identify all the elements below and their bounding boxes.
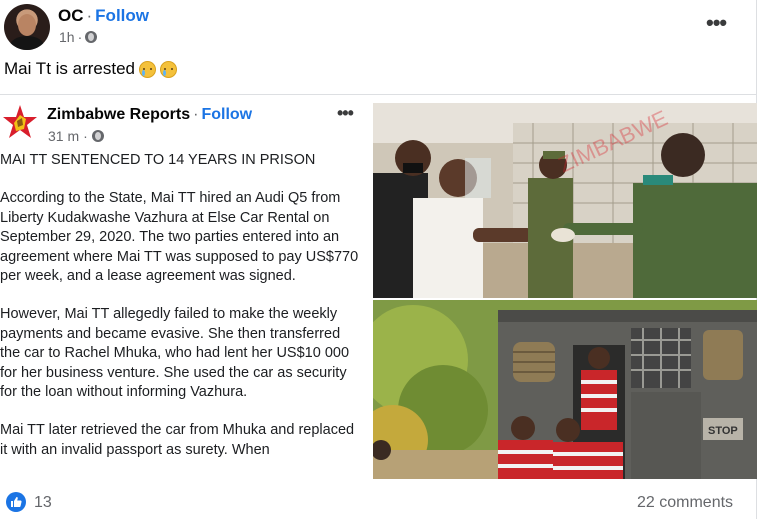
- article-headline: MAI TT SENTENCED TO 14 YEARS IN PRISON: [0, 152, 316, 168]
- shared-post-meta: 31 m ·: [48, 128, 104, 144]
- post-header: OC · Follow: [58, 6, 149, 26]
- shared-post-time: 31 m: [48, 128, 80, 144]
- separator-dot: ·: [86, 6, 93, 25]
- shared-post: Zimbabwe Reports · Follow 31 m · ••• MAI T…: [0, 94, 757, 479]
- author-avatar[interactable]: [4, 4, 50, 50]
- reaction-count[interactable]: 13: [34, 494, 52, 512]
- post-photo-prison-scene[interactable]: ZIMBABWE: [373, 103, 757, 298]
- post-photo-prison-truck[interactable]: STOP: [373, 300, 757, 479]
- crying-face-icon: [139, 60, 157, 78]
- globe-icon: [85, 31, 98, 43]
- comments-count-link[interactable]: 22 comments: [637, 494, 733, 512]
- article-paragraph: According to the State, Mai TT hired an …: [0, 190, 359, 285]
- globe-icon: [91, 130, 104, 142]
- article-paragraph: Mai TT later retrieved the car from Mhuk…: [0, 422, 355, 458]
- reactions-bar: 13 22 comments: [0, 479, 757, 519]
- truck-stop-sign: STOP: [708, 425, 738, 437]
- shared-article-text: MAI TT SENTENCED TO 14 YEARS IN PRISON A…: [0, 151, 362, 479]
- shared-page-name: Zimbabwe Reports: [47, 106, 191, 123]
- crying-face-icon: [160, 60, 178, 78]
- post-meta: 1h ·: [59, 29, 98, 45]
- post-caption: Mai Tt is arrested: [4, 59, 178, 79]
- separator-dot: ·: [193, 106, 199, 123]
- prison-truck-image: STOP: [373, 300, 757, 479]
- zimbabwe-bird-logo-icon: [3, 105, 37, 138]
- shared-follow-label: Follow: [201, 106, 253, 123]
- article-paragraph: However, Mai TT allegedly failed to make…: [0, 306, 350, 401]
- shared-page-header: Zimbabwe Reports · Follow: [47, 106, 252, 124]
- post-card: OC · Follow 1h · ••• Mai Tt is arrested Zi…: [0, 0, 757, 519]
- shared-post-screenshot: Zimbabwe Reports · Follow 31 m · ••• MAI T…: [0, 95, 371, 479]
- author-name[interactable]: OC: [58, 6, 84, 25]
- more-options-icon: •••: [337, 103, 354, 123]
- prison-scene-image: ZIMBABWE: [373, 103, 757, 298]
- caption-text: Mai Tt is arrested: [4, 59, 136, 78]
- like-icon[interactable]: [6, 492, 26, 512]
- follow-button[interactable]: Follow: [95, 6, 149, 25]
- more-options-icon[interactable]: •••: [706, 10, 727, 36]
- post-time[interactable]: 1h: [59, 29, 75, 45]
